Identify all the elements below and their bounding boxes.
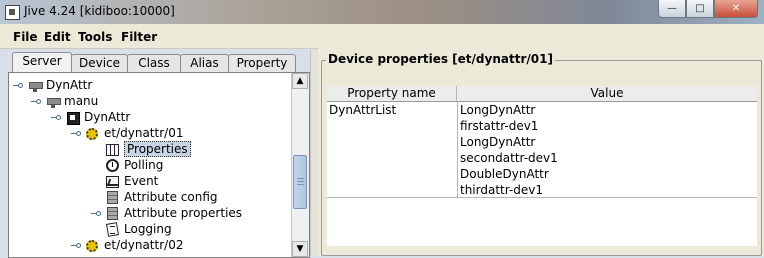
menu-filter[interactable]: Filter <box>121 30 157 44</box>
window-controls: — □ ✕ <box>658 0 758 18</box>
panel-title: Device properties [et/dynattr/01] <box>326 52 555 66</box>
property-value-cell[interactable]: LongDynAttr firstattr-dev1 LongDynAttr s… <box>457 102 757 198</box>
tab-property[interactable]: Property <box>228 54 296 72</box>
tree-node-attribute-properties[interactable]: Attribute properties <box>105 205 242 221</box>
tree-expander-icon[interactable] <box>51 115 61 122</box>
tree-node-manu[interactable]: manu <box>45 93 98 109</box>
tree-expander-icon[interactable] <box>71 243 81 250</box>
logging-icon <box>105 223 121 237</box>
tree-node-attribute-config[interactable]: Attribute config <box>105 189 218 205</box>
property-name-cell: DynAttrList <box>329 103 397 117</box>
table-row[interactable]: DynAttrList <box>327 102 457 198</box>
scroll-up-button[interactable]: ▲ <box>292 73 308 89</box>
title-bar: Jive 4.24 [kidiboo:10000] — □ ✕ <box>0 0 764 24</box>
tab-device[interactable]: Device <box>71 54 128 72</box>
tab-class[interactable]: Class <box>127 54 181 72</box>
tree-scrollbar[interactable]: ▲ ▼ <box>291 73 309 257</box>
tree-node-logging[interactable]: Logging <box>105 221 172 237</box>
table-header: Property name Value <box>327 86 757 102</box>
properties-table: Property name Value DynAttrList LongDynA… <box>327 86 757 246</box>
tab-alias[interactable]: Alias <box>180 54 229 72</box>
app-icon <box>5 5 20 20</box>
properties-grid-icon <box>105 143 121 157</box>
event-icon <box>105 175 121 189</box>
menu-tools[interactable]: Tools <box>78 30 112 44</box>
tree-expander-icon[interactable] <box>91 211 101 218</box>
left-panel: Server Device Class Alias Property DynAt… <box>8 50 310 258</box>
menu-file[interactable]: File <box>13 30 38 44</box>
maximize-button[interactable]: □ <box>686 0 714 18</box>
server-icon <box>45 95 61 109</box>
server-tree: DynAttr manu DynAttr et/dynattr/01 Prope… <box>8 72 310 258</box>
tree-expander-icon[interactable] <box>71 131 81 138</box>
tree-node-properties[interactable]: Properties <box>105 141 191 157</box>
value-line: LongDynAttr <box>460 135 536 149</box>
polling-clock-icon <box>105 158 121 173</box>
value-line: firstattr-dev1 <box>460 119 539 133</box>
device-properties-group: Property name Value DynAttrList LongDynA… <box>321 60 762 256</box>
menu-bar: File Edit Tools Filter <box>0 24 764 49</box>
menu-edit[interactable]: Edit <box>44 30 71 44</box>
tree-expander-icon[interactable] <box>31 99 41 106</box>
tree-node-dynattr-server[interactable]: DynAttr <box>27 77 92 93</box>
window-title: Jive 4.24 [kidiboo:10000] <box>24 4 175 18</box>
tab-server[interactable]: Server <box>12 52 72 73</box>
value-line: DoubleDynAttr <box>460 167 549 181</box>
column-header-property-name[interactable]: Property name <box>327 86 457 101</box>
scroll-down-button[interactable]: ▼ <box>292 241 308 257</box>
minimize-button[interactable]: — <box>658 0 686 18</box>
value-line: thirdattr-dev1 <box>460 183 543 197</box>
close-button[interactable]: ✕ <box>714 0 758 18</box>
tree-node-et-dynattr-02[interactable]: et/dynattr/02 <box>85 237 183 253</box>
device-class-icon <box>65 111 81 125</box>
tree-node-et-dynattr-01[interactable]: et/dynattr/01 <box>85 125 183 141</box>
tree-node-dynattr-class[interactable]: DynAttr <box>65 109 130 125</box>
tree-expander-icon[interactable] <box>13 83 23 90</box>
column-header-value[interactable]: Value <box>457 86 757 101</box>
scroll-thumb[interactable] <box>293 155 307 209</box>
device-gear-icon <box>85 239 101 253</box>
tree-node-event[interactable]: Event <box>105 173 158 189</box>
value-line: secondattr-dev1 <box>460 151 558 165</box>
tab-bar: Server Device Class Alias Property <box>8 52 310 73</box>
device-gear-icon <box>85 127 101 141</box>
server-icon <box>27 79 43 93</box>
value-line: LongDynAttr <box>460 103 536 117</box>
attribute-properties-icon <box>105 206 121 221</box>
right-panel: Property name Value DynAttrList LongDynA… <box>318 48 764 256</box>
attribute-config-icon <box>105 190 121 205</box>
tree-node-polling[interactable]: Polling <box>105 157 163 173</box>
